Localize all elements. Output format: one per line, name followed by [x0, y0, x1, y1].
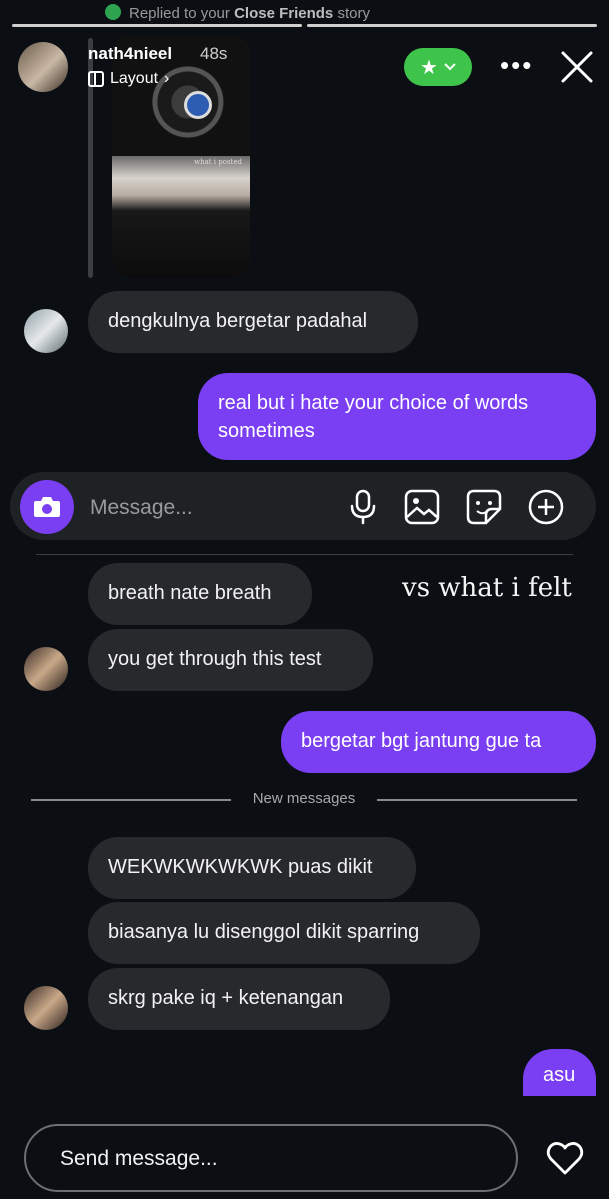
username[interactable]: nath4nieel: [88, 44, 172, 64]
steering-wheel-logo: [184, 91, 212, 119]
story-caption: what i posted: [194, 158, 242, 166]
send-message-input[interactable]: [58, 1142, 482, 1176]
received-message[interactable]: breath nate breath: [88, 563, 312, 625]
sent-message[interactable]: real but i hate your choice of words som…: [198, 373, 596, 460]
layout-icon: [88, 71, 104, 87]
chevron-down-icon: [444, 63, 456, 71]
microphone-icon[interactable]: [343, 487, 383, 527]
sender-avatar[interactable]: [24, 647, 68, 691]
gallery-icon[interactable]: [402, 487, 442, 527]
divider: [36, 554, 573, 555]
received-message[interactable]: dengkulnya bergetar padahal: [88, 291, 418, 353]
avatar[interactable]: [18, 42, 68, 92]
heart-icon[interactable]: [545, 1138, 585, 1178]
message-input[interactable]: [88, 490, 322, 526]
layout-link[interactable]: Layout ›: [88, 70, 169, 88]
close-friends-check-icon: [105, 4, 121, 20]
plus-icon[interactable]: [526, 487, 566, 527]
sticker-icon[interactable]: [464, 487, 504, 527]
camera-icon: [34, 497, 60, 517]
new-messages-divider-left: [31, 799, 231, 801]
layout-label: Layout: [110, 70, 159, 87]
received-message[interactable]: skrg pake iq + ketenangan: [88, 968, 390, 1030]
sent-message[interactable]: asu: [523, 1049, 596, 1096]
selfie-image: [112, 156, 250, 278]
received-message[interactable]: you get through this test: [88, 629, 373, 691]
received-message[interactable]: biasanya lu disenggol dikit sparring: [88, 902, 480, 964]
star-icon: ★: [420, 56, 438, 79]
sent-message[interactable]: bergetar bgt jantung gue ta: [281, 711, 596, 773]
overlay-text: vs what i felt: [402, 573, 572, 603]
sender-avatar[interactable]: [24, 986, 68, 1030]
close-friends-button[interactable]: ★: [404, 48, 472, 86]
more-options-icon[interactable]: •••: [500, 50, 533, 81]
story-progress-bar-1: [12, 24, 302, 27]
chevron-right-icon: ›: [164, 70, 170, 87]
sender-avatar[interactable]: [24, 309, 68, 353]
story-progress-bar-2: [307, 24, 597, 27]
close-icon[interactable]: [560, 50, 594, 84]
received-message[interactable]: WEKWKWKWKWK puas dikit: [88, 837, 416, 899]
new-messages-divider-right: [377, 799, 577, 801]
camera-button[interactable]: [20, 480, 74, 534]
reply-context-label: Replied to your Close Friends story: [105, 4, 370, 22]
new-messages-label: New messages: [252, 790, 356, 807]
story-timestamp: 48s: [200, 44, 228, 63]
